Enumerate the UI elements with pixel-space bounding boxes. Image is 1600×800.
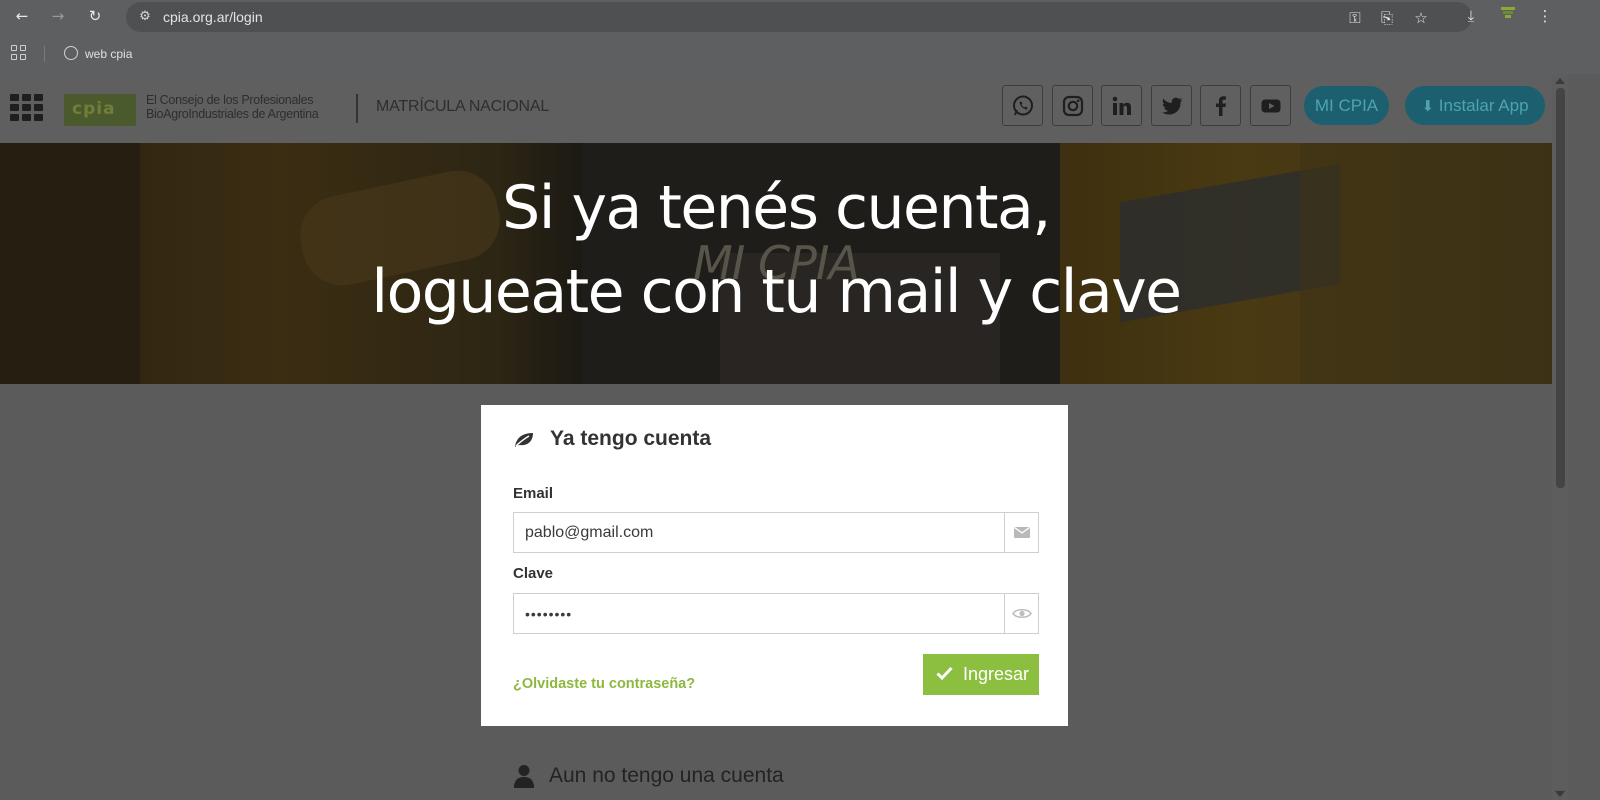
header-subtitle: MATRÍCULA NACIONAL: [376, 98, 550, 115]
twitter-button[interactable]: [1151, 85, 1192, 126]
password-toggle[interactable]: [1004, 594, 1038, 633]
bookmark-web-cpia[interactable]: web cpia: [64, 44, 132, 64]
whatsapp-button[interactable]: [1002, 85, 1043, 126]
back-icon[interactable]: ←: [12, 6, 32, 26]
scroll-down-arrow-icon[interactable]: [1555, 791, 1565, 797]
address-bar[interactable]: ⚙ cpia.org.ar/login ⚿ ⎘ ☆: [126, 2, 1472, 32]
browser-chrome: ← → ↻ ⚙ cpia.org.ar/login ⚿ ⎘ ☆ ⤓ ⋮ web …: [0, 0, 1600, 74]
hero-title-line1: Si ya tenés cuenta,: [502, 173, 1051, 243]
site-header: cpia El Consejo de los Profesionales Bio…: [0, 74, 1584, 143]
envelope-icon: [1014, 526, 1030, 538]
email-field[interactable]: [513, 512, 1039, 553]
login-submit-label: Ingresar: [963, 664, 1030, 684]
eye-icon: [1012, 608, 1032, 619]
linkedin-button[interactable]: [1101, 85, 1142, 126]
logo-wordmark: cpia: [72, 99, 116, 119]
password-input[interactable]: [514, 594, 1003, 633]
email-addon: [1004, 513, 1038, 552]
password-label: Clave: [513, 565, 554, 582]
login-submit-button[interactable]: Ingresar: [923, 654, 1039, 695]
check-icon: [936, 666, 953, 680]
instagram-icon: [1062, 95, 1084, 117]
email-input[interactable]: [514, 513, 1003, 552]
youtube-button[interactable]: [1250, 85, 1291, 126]
email-label: Email: [513, 485, 554, 502]
scroll-up-arrow-icon[interactable]: [1555, 78, 1565, 84]
extension-icon[interactable]: [1497, 5, 1519, 27]
page: cpia El Consejo de los Profesionales Bio…: [0, 74, 1584, 800]
download-icon[interactable]: ⤓: [1460, 5, 1482, 27]
register-title: Aun no tengo una cuenta: [549, 764, 784, 787]
org-name-line2: BioAgroIndustriales de Argentina: [146, 107, 319, 121]
hero-title-line2: logueate con tu mail y clave: [371, 257, 1182, 327]
install-app-button[interactable]: ⬇ Instalar App: [1405, 86, 1545, 125]
youtube-icon: [1261, 99, 1281, 113]
apps-grid-icon[interactable]: [11, 45, 29, 63]
bookmarks-divider: [44, 46, 45, 62]
hero-banner: MI CPIA Si ya tenés cuenta, logueate con…: [0, 143, 1552, 384]
browser-toolbar: ← → ↻ ⚙ cpia.org.ar/login ⚿ ⎘ ☆ ⤓ ⋮: [0, 0, 1600, 33]
bookmarks-bar: web cpia: [0, 39, 1600, 69]
forward-icon[interactable]: →: [48, 6, 68, 26]
mi-cpia-button[interactable]: MI CPIA: [1304, 86, 1389, 125]
page-scrollbar[interactable]: [1552, 74, 1568, 800]
whatsapp-icon: [1013, 95, 1033, 116]
globe-icon: [64, 46, 78, 60]
bookmark-label: web cpia: [85, 47, 133, 61]
download-icon: ⬇: [1421, 97, 1435, 115]
leaf-icon: [515, 433, 533, 447]
org-name-line1: El Consejo de los Profesionales: [146, 93, 314, 107]
browser-menu-icon[interactable]: ⋮: [1534, 5, 1556, 27]
user-icon: [514, 765, 534, 788]
header-divider: [356, 94, 358, 123]
password-field[interactable]: [513, 593, 1039, 634]
login-title: Ya tengo cuenta: [550, 427, 712, 450]
forgot-password-link[interactable]: ¿Olvidaste tu contraseña?: [513, 676, 695, 692]
right-gutter: [1568, 74, 1600, 800]
bookmark-star-icon[interactable]: ☆: [1410, 7, 1432, 29]
site-settings-icon[interactable]: ⚙: [136, 8, 154, 26]
cpia-logo[interactable]: cpia: [64, 94, 136, 126]
password-key-icon[interactable]: ⚿: [1344, 7, 1366, 29]
facebook-button[interactable]: [1200, 85, 1241, 126]
install-app-label: Instalar App: [1438, 96, 1529, 115]
instagram-button[interactable]: [1052, 85, 1093, 126]
org-name: El Consejo de los Profesionales BioAgroI…: [146, 93, 319, 121]
scroll-thumb[interactable]: [1556, 88, 1565, 488]
url-text[interactable]: cpia.org.ar/login: [163, 9, 263, 25]
reload-icon[interactable]: ↻: [85, 6, 105, 26]
apps-menu-icon[interactable]: [10, 94, 43, 122]
login-card: Ya tengo cuenta Email Clave ¿Olvidaste t…: [481, 405, 1068, 726]
install-app-icon[interactable]: ⎘: [1376, 7, 1398, 29]
twitter-icon: [1162, 97, 1182, 115]
facebook-icon: [1216, 96, 1226, 116]
linkedin-icon: [1112, 96, 1131, 115]
